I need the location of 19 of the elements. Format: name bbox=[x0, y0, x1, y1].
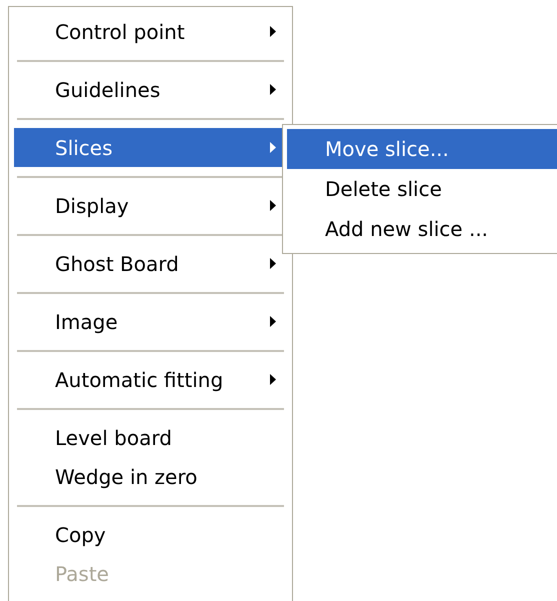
submenu-arrow-icon bbox=[270, 142, 276, 153]
menu-item[interactable]: Delete slice bbox=[287, 169, 557, 209]
menu-item[interactable]: Copy bbox=[14, 515, 287, 554]
menu-item[interactable]: Move slice... bbox=[287, 129, 557, 169]
submenu-arrow-icon bbox=[270, 84, 276, 95]
submenu-arrow-icon bbox=[270, 374, 276, 385]
menu-item[interactable]: Control point bbox=[14, 12, 287, 51]
menu-item[interactable]: Display bbox=[14, 186, 287, 225]
menu-item[interactable]: Ghost Board bbox=[14, 244, 287, 283]
menu-item[interactable]: Wedge in zero bbox=[14, 457, 287, 496]
submenu-arrow-icon bbox=[270, 258, 276, 269]
menu-item[interactable]: Add new slice ... bbox=[287, 209, 557, 249]
submenu-arrow-icon bbox=[270, 26, 276, 37]
submenu-arrow-icon bbox=[270, 200, 276, 211]
menu-item[interactable]: Automatic fitting bbox=[14, 360, 287, 399]
menu-item[interactable]: Level board bbox=[14, 418, 287, 457]
submenu-arrow-icon bbox=[270, 316, 276, 327]
menu-item[interactable]: Guidelines bbox=[14, 70, 287, 109]
menu-item[interactable]: Image bbox=[14, 302, 287, 341]
